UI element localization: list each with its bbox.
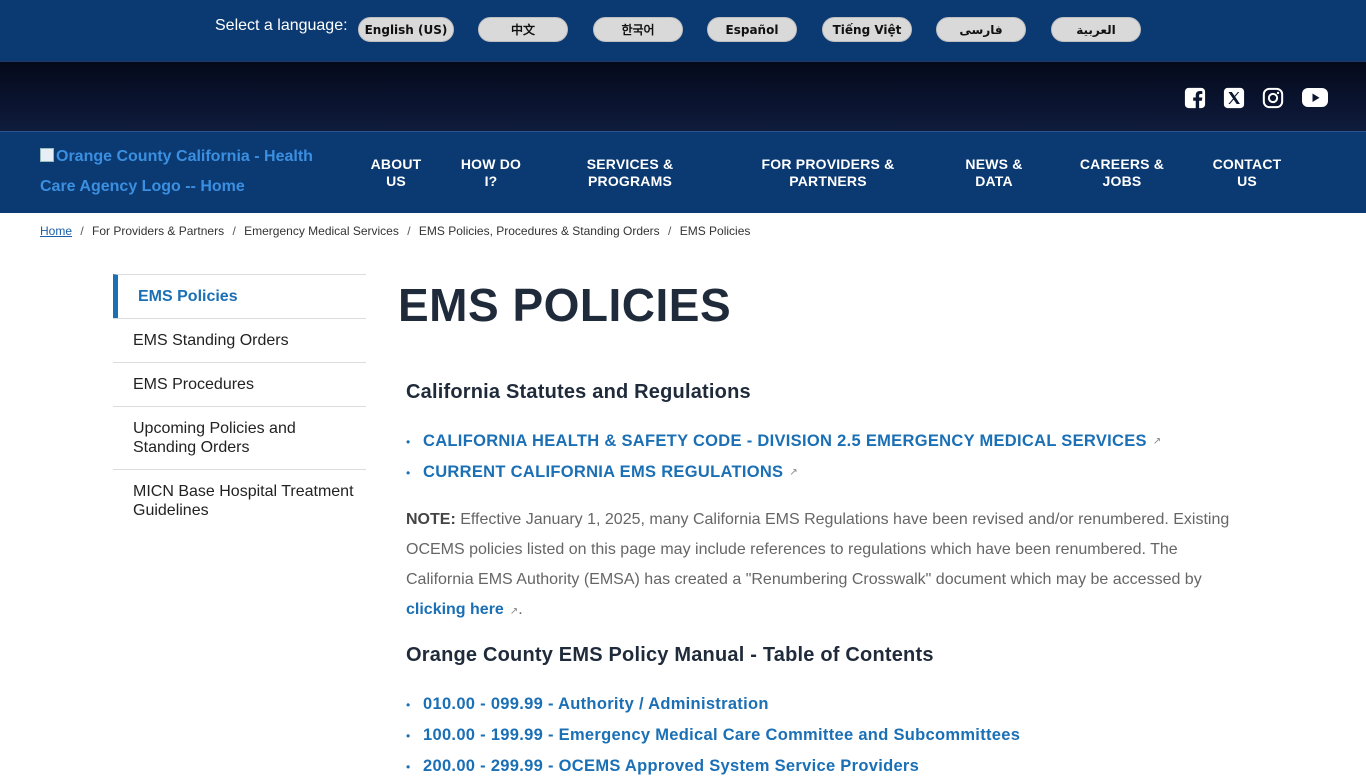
breadcrumb-separator: / [80, 224, 84, 238]
facebook-icon[interactable] [1184, 87, 1206, 109]
language-button-english[interactable]: English (US) [358, 17, 454, 42]
link-approved-system-service-providers[interactable]: 200.00 - 299.99 - OCEMS Approved System … [423, 757, 919, 776]
link-health-safety-code[interactable]: CALIFORNIA HEALTH & SAFETY CODE - DIVISI… [423, 432, 1147, 451]
nav-label-line2: PROGRAMS [587, 173, 673, 189]
crosswalk-link[interactable]: clicking here [406, 601, 504, 618]
breadcrumb-emergency-medical-services[interactable]: Emergency Medical Services [244, 224, 399, 238]
nav-how-do-i[interactable]: HOW DO I? [457, 156, 525, 190]
language-button-arabic[interactable]: العربية [1051, 17, 1141, 42]
sidebar-item-micn-guidelines[interactable]: MICN Base Hospital Treatment Guidelines [113, 469, 366, 532]
language-button-korean[interactable]: 한국어 [593, 17, 683, 42]
sidebar-nav: EMS Policies EMS Standing Orders EMS Pro… [113, 274, 366, 532]
nav-label-line2: JOBS [1102, 173, 1142, 189]
nav-label-line1: HOW DO [460, 156, 522, 172]
policy-manual-link-list: • 010.00 - 099.99 - Authority / Administ… [406, 689, 1306, 782]
list-item: • 100.00 - 199.99 - Emergency Medical Ca… [406, 720, 1306, 751]
nav-about-us[interactable]: ABOUT US [366, 156, 426, 190]
bullet-icon: • [406, 465, 411, 480]
external-link-icon: ↗ [1152, 436, 1162, 447]
bullet-icon: • [406, 759, 411, 774]
language-button-spanish[interactable]: Español [707, 17, 797, 42]
note-text: Effective January 1, 2025, many Californ… [406, 511, 1230, 588]
bullet-icon: • [406, 697, 411, 712]
note-end: . [518, 601, 523, 618]
breadcrumb: Home / For Providers & Partners / Emerge… [40, 224, 750, 238]
sidebar-item-ems-procedures[interactable]: EMS Procedures [113, 362, 366, 406]
language-button-vietnamese[interactable]: Tiếng Việt [822, 17, 912, 42]
nav-label-line1: FOR PROVIDERS & [761, 156, 895, 172]
statutes-link-list: • CALIFORNIA HEALTH & SAFETY CODE - DIVI… [406, 426, 1306, 488]
nav-careers-jobs[interactable]: CAREERS & JOBS [1075, 156, 1169, 190]
breadcrumb-separator: / [407, 224, 411, 238]
breadcrumb-separator: / [232, 224, 236, 238]
language-bar: Select a language: English (US) 中文 한국어 E… [0, 0, 1366, 61]
x-twitter-icon[interactable] [1223, 87, 1245, 109]
list-item: • 010.00 - 099.99 - Authority / Administ… [406, 689, 1306, 720]
list-item: • CALIFORNIA HEALTH & SAFETY CODE - DIVI… [406, 426, 1306, 457]
external-link-icon: ↗ [789, 467, 799, 478]
page-title: EMS POLICIES [398, 279, 732, 331]
nav-label-line2: PARTNERS [789, 173, 867, 189]
language-button-farsi[interactable]: فارسی [936, 17, 1026, 42]
nav-services-programs[interactable]: SERVICES & PROGRAMS [580, 156, 680, 190]
note-label: NOTE: [406, 511, 456, 528]
nav-label-line1: ABOUT [370, 156, 422, 172]
breadcrumb-ems-policies-procedures[interactable]: EMS Policies, Procedures & Standing Orde… [419, 224, 660, 238]
sidebar-item-ems-standing-orders[interactable]: EMS Standing Orders [113, 318, 366, 362]
nav-label-line2: DATA [975, 173, 1013, 189]
link-ems-regulations[interactable]: CURRENT CALIFORNIA EMS REGULATIONS [423, 463, 783, 482]
nav-contact-us[interactable]: CONTACT US [1208, 156, 1286, 190]
instagram-icon[interactable] [1262, 87, 1284, 109]
nav-label-line2: US [386, 173, 406, 189]
broken-image-icon [40, 148, 54, 162]
sidebar-item-ems-policies[interactable]: EMS Policies [113, 274, 366, 318]
language-label: Select a language: [215, 17, 348, 34]
list-item: • CURRENT CALIFORNIA EMS REGULATIONS ↗ [406, 457, 1306, 488]
external-link-icon: ↗ [509, 606, 519, 617]
breadcrumb-providers-partners[interactable]: For Providers & Partners [92, 224, 224, 238]
bullet-icon: • [406, 434, 411, 449]
section-heading-policy-manual: Orange County EMS Policy Manual - Table … [406, 644, 934, 666]
link-emergency-medical-care-committee[interactable]: 100.00 - 199.99 - Emergency Medical Care… [423, 726, 1020, 745]
link-authority-administration[interactable]: 010.00 - 099.99 - Authority / Administra… [423, 695, 769, 714]
nav-label-line1: CAREERS & [1079, 156, 1165, 172]
social-bar [0, 61, 1366, 131]
list-item: • 200.00 - 299.99 - OCEMS Approved Syste… [406, 751, 1306, 782]
nav-label-line1: NEWS & [965, 156, 1023, 172]
nav-label-line1: CONTACT [1212, 156, 1282, 172]
breadcrumb-home[interactable]: Home [40, 224, 72, 238]
nav-label-line1: SERVICES & [586, 156, 674, 172]
note-paragraph: NOTE: Effective January 1, 2025, many Ca… [406, 505, 1246, 627]
nav-label-line2: US [1237, 173, 1257, 189]
nav-label-line2: I? [484, 173, 498, 189]
logo-home-link[interactable]: Orange County California - Health Care A… [40, 142, 330, 202]
nav-for-providers-partners[interactable]: FOR PROVIDERS & PARTNERS [754, 156, 902, 190]
bullet-icon: • [406, 728, 411, 743]
nav-news-data[interactable]: NEWS & DATA [959, 156, 1029, 190]
sidebar-item-upcoming-policies[interactable]: Upcoming Policies and Standing Orders [113, 406, 366, 469]
language-button-chinese[interactable]: 中文 [478, 17, 568, 42]
section-heading-statutes: California Statutes and Regulations [406, 381, 751, 403]
main-navigation: Orange County California - Health Care A… [0, 131, 1366, 213]
breadcrumb-separator: / [668, 224, 672, 238]
youtube-icon[interactable] [1302, 87, 1328, 109]
breadcrumb-current: EMS Policies [679, 224, 751, 238]
logo-alt-text: Orange County California - Health Care A… [40, 148, 313, 195]
